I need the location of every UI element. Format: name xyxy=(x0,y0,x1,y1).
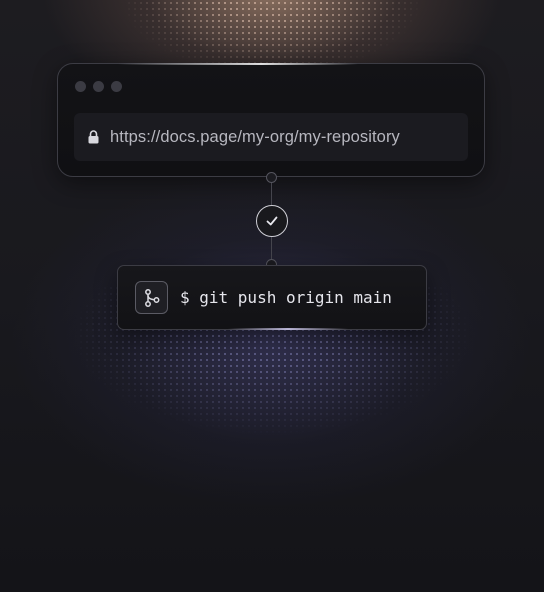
address-bar[interactable]: https://docs.page/my-org/my-repository xyxy=(74,113,468,161)
window-dot-close[interactable] xyxy=(75,81,86,92)
url-text: https://docs.page/my-org/my-repository xyxy=(110,127,400,146)
git-branch-icon xyxy=(135,281,168,314)
lock-icon xyxy=(87,129,100,145)
connector-node-top xyxy=(266,172,277,183)
window-dot-minimize[interactable] xyxy=(93,81,104,92)
checkmark-icon xyxy=(256,205,288,237)
terminal-command-text: $ git push origin main xyxy=(180,288,392,307)
browser-window: https://docs.page/my-org/my-repository xyxy=(57,63,485,177)
browser-edge-highlight xyxy=(118,63,358,65)
window-dot-maximize[interactable] xyxy=(111,81,122,92)
terminal-edge-glow xyxy=(228,328,348,330)
window-controls xyxy=(75,81,122,92)
terminal-command-card: $ git push origin main xyxy=(117,265,427,330)
